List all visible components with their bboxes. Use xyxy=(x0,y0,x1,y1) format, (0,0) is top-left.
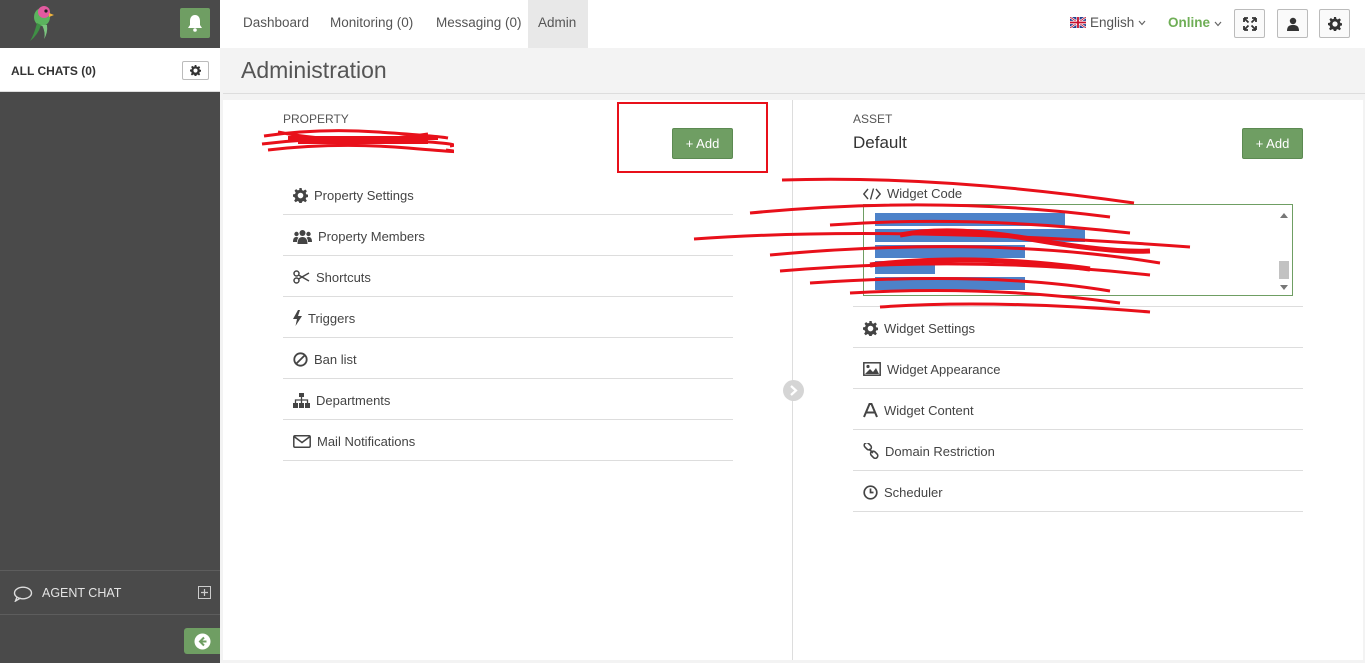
menu-item-label: Shortcuts xyxy=(316,269,371,285)
status-selector[interactable]: Online xyxy=(1168,15,1222,30)
link-icon xyxy=(863,443,879,459)
chevron-down-icon xyxy=(1214,21,1222,27)
menu-item-label: Domain Restriction xyxy=(885,443,995,459)
menu-item-widget-settings[interactable]: Widget Settings xyxy=(853,307,1303,348)
menu-item-label: Widget Content xyxy=(884,402,974,418)
menu-item-property-settings[interactable]: Property Settings xyxy=(283,174,733,215)
all-chats-header: ALL CHATS (0) xyxy=(0,48,220,92)
gear-icon xyxy=(190,65,201,76)
sitemap-icon xyxy=(293,392,310,408)
menu-item-shortcuts[interactable]: Shortcuts xyxy=(283,256,733,297)
parrot-logo xyxy=(30,6,54,41)
add-asset-button[interactable]: + Add xyxy=(1242,128,1303,159)
expand-icon xyxy=(1242,16,1257,31)
expand-plus-icon[interactable] xyxy=(198,586,211,599)
arrow-right-circle-icon[interactable] xyxy=(783,380,804,401)
page-title: Administration xyxy=(241,57,387,83)
asset-section-label: ASSET xyxy=(853,112,893,126)
widget-code-label: Widget Code xyxy=(887,186,963,201)
property-section-label: PROPERTY xyxy=(283,112,349,126)
menu-item-triggers[interactable]: Triggers xyxy=(283,297,733,338)
profile-button[interactable] xyxy=(1277,9,1308,38)
language-label: English xyxy=(1090,15,1135,30)
asset-menu: Widget Settings Widget Appearance Widget… xyxy=(853,306,1303,512)
tab-dashboard[interactable]: Dashboard xyxy=(233,0,319,48)
bolt-icon xyxy=(293,310,302,326)
header-divider xyxy=(223,93,1365,94)
agent-chat-section[interactable]: AGENT CHAT xyxy=(0,570,220,615)
menu-item-label: Widget Appearance xyxy=(887,361,1001,377)
font-icon xyxy=(863,402,878,417)
textarea-scrollbar[interactable] xyxy=(1278,209,1290,293)
menu-item-label: Widget Settings xyxy=(884,320,976,336)
tab-admin[interactable]: Admin xyxy=(528,0,588,48)
annotation-highlight-box xyxy=(617,102,768,173)
menu-item-label: Ban list xyxy=(314,351,357,367)
gear-icon xyxy=(863,320,878,336)
property-menu: Property Settings Property Members Short… xyxy=(283,174,733,461)
menu-item-label: Triggers xyxy=(308,310,356,326)
menu-item-label: Property Members xyxy=(318,228,425,244)
gear-icon xyxy=(1327,16,1342,31)
all-chats-label: ALL CHATS (0) xyxy=(11,64,96,78)
envelope-icon xyxy=(293,434,311,448)
menu-item-label: Mail Notifications xyxy=(317,433,416,449)
bell-icon xyxy=(188,15,202,32)
all-chats-settings-button[interactable] xyxy=(182,61,209,80)
clock-icon xyxy=(863,484,878,500)
admin-content-panel: PROPERTY + Add Property Settings Propert… xyxy=(223,100,1363,660)
settings-button[interactable] xyxy=(1319,9,1350,38)
gear-icon xyxy=(293,187,308,203)
chevron-down-icon xyxy=(1138,20,1146,25)
menu-item-widget-content[interactable]: Widget Content xyxy=(853,389,1303,430)
chat-bubble-icon xyxy=(13,586,33,602)
top-navigation: Dashboard Monitoring (0) Messaging (0) A… xyxy=(220,0,1365,48)
menu-item-domain-restriction[interactable]: Domain Restriction xyxy=(853,430,1303,471)
language-selector[interactable]: English xyxy=(1070,15,1146,30)
users-icon xyxy=(293,229,312,244)
sidebar: ALL CHATS (0) AGENT CHAT xyxy=(0,0,220,663)
collapse-sidebar-button[interactable] xyxy=(184,628,220,654)
asset-name: Default xyxy=(853,133,907,152)
ban-icon xyxy=(293,351,308,367)
menu-item-ban-list[interactable]: Ban list xyxy=(283,338,733,379)
menu-item-label: Scheduler xyxy=(884,484,943,500)
menu-item-departments[interactable]: Departments xyxy=(283,379,733,420)
menu-item-scheduler[interactable]: Scheduler xyxy=(853,471,1303,512)
user-icon xyxy=(1286,17,1299,31)
sidebar-header xyxy=(0,0,220,48)
tab-messaging[interactable]: Messaging (0) xyxy=(426,0,532,48)
menu-item-label: Departments xyxy=(316,392,391,408)
menu-item-property-members[interactable]: Property Members xyxy=(283,215,733,256)
fullscreen-button[interactable] xyxy=(1234,9,1265,38)
scissors-icon xyxy=(293,270,310,284)
image-icon xyxy=(863,362,881,376)
menu-item-label: Property Settings xyxy=(314,187,414,203)
tab-monitoring[interactable]: Monitoring (0) xyxy=(320,0,423,48)
agent-chat-label: AGENT CHAT xyxy=(42,586,122,600)
widget-code-header: Widget Code xyxy=(863,186,962,201)
arrow-left-circle-icon xyxy=(194,633,210,649)
uk-flag-icon xyxy=(1070,17,1086,28)
status-label: Online xyxy=(1168,15,1211,30)
notifications-bell-button[interactable] xyxy=(180,8,210,38)
menu-item-mail-notifications[interactable]: Mail Notifications xyxy=(283,420,733,461)
menu-item-widget-appearance[interactable]: Widget Appearance xyxy=(853,348,1303,389)
code-icon xyxy=(863,187,881,200)
widget-code-textarea[interactable] xyxy=(863,204,1293,296)
